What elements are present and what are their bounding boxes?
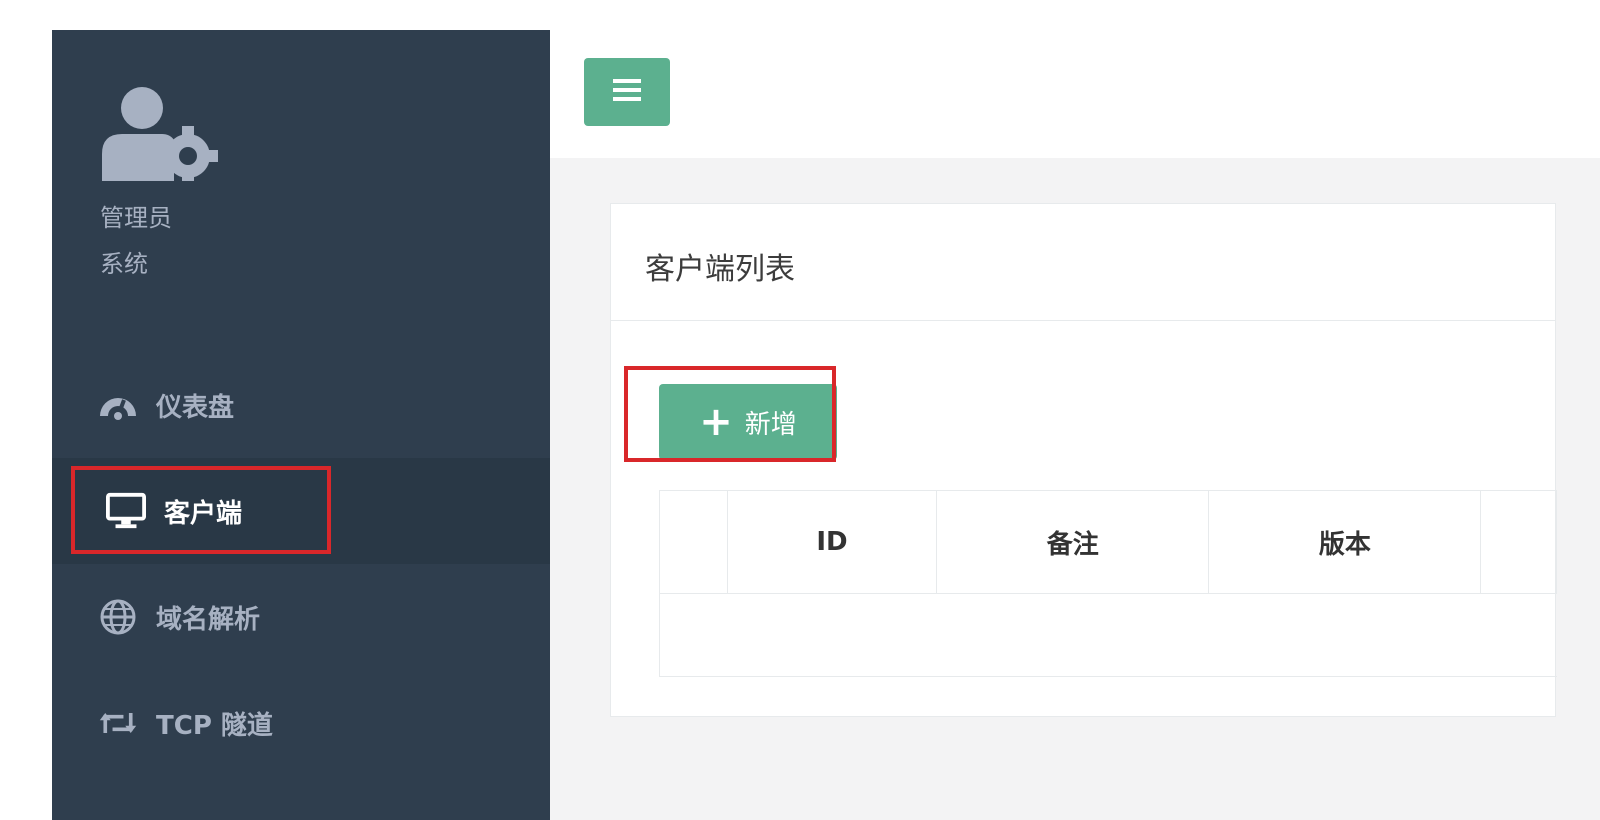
column-header-id[interactable]: ID bbox=[726, 490, 938, 594]
user-name: 管理员 bbox=[100, 204, 172, 232]
column-header-checkbox[interactable] bbox=[659, 490, 728, 594]
sidebar-item-client[interactable]: 客户端 bbox=[52, 458, 550, 564]
column-header-more[interactable] bbox=[1480, 490, 1557, 594]
desktop-icon bbox=[106, 491, 146, 531]
user-gear-icon bbox=[100, 86, 220, 186]
add-button-label: 新增 bbox=[744, 409, 797, 440]
column-header-remark[interactable]: 备注 bbox=[936, 490, 1210, 594]
profile-avatar bbox=[100, 86, 220, 186]
panel-divider bbox=[611, 320, 1555, 321]
table-header-row: ID 备注 版本 bbox=[659, 490, 1557, 594]
sidebar-item-dashboard[interactable]: 仪表盘 bbox=[52, 352, 550, 458]
sidebar-item-label: TCP 隧道 bbox=[156, 710, 273, 741]
sidebar-item-label: 域名解析 bbox=[156, 604, 261, 635]
sidebar: 管理员 系统 仪表盘 客户端 域名解析 TCP 隧道 bbox=[52, 30, 550, 820]
empty-table-cell bbox=[659, 593, 1557, 677]
panel-title: 客户端列表 bbox=[645, 252, 795, 287]
plus-icon: + bbox=[699, 399, 733, 445]
top-navbar bbox=[550, 30, 1600, 159]
sidebar-item-label: 客户端 bbox=[164, 498, 243, 529]
user-role: 系统 bbox=[100, 250, 148, 278]
client-list-panel: 客户端列表 + 新增 ID 备注 版本 bbox=[610, 203, 1557, 717]
client-table: ID 备注 版本 bbox=[659, 490, 1557, 677]
globe-icon bbox=[98, 597, 138, 637]
sidebar-item-tcp[interactable]: TCP 隧道 bbox=[52, 670, 550, 776]
retweet-icon bbox=[98, 703, 138, 743]
hamburger-icon bbox=[613, 79, 641, 105]
table-row bbox=[659, 593, 1557, 677]
dashboard-icon bbox=[98, 385, 138, 425]
sidebar-item-domain[interactable]: 域名解析 bbox=[52, 564, 550, 670]
menu-toggle-button[interactable] bbox=[584, 58, 670, 126]
sidebar-item-label: 仪表盘 bbox=[156, 392, 235, 423]
add-client-button[interactable]: + 新增 bbox=[659, 384, 837, 460]
column-header-version[interactable]: 版本 bbox=[1208, 490, 1482, 594]
